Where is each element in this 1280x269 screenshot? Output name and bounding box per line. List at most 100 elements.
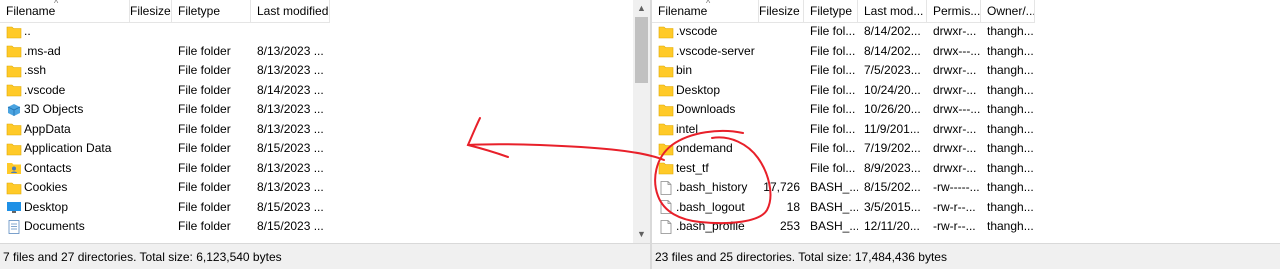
cell-size <box>759 100 804 120</box>
file-name: Documents <box>24 219 85 233</box>
folder-icon <box>658 64 674 78</box>
file-row[interactable]: Contacts File folder 8/13/2023 ... <box>0 159 330 179</box>
local-file-list: .. .ms-ad File folder 8/13/2023 ... .ssh File… <box>0 22 330 237</box>
file-row[interactable]: Downloads File fol... 10/26/20... drwx---..… <box>652 100 1035 120</box>
sort-up-icon: ^ <box>706 0 711 8</box>
cell-name: Desktop <box>652 81 759 101</box>
cell-owner: thangh... <box>987 63 1034 77</box>
cell-name: Contacts <box>0 159 130 179</box>
cell-owner: thangh... <box>987 141 1034 155</box>
remote-col-last-modified[interactable]: Last mod... <box>858 0 927 22</box>
file-row[interactable]: bin File fol... 7/5/2023... drwxr-... thangh… <box>652 61 1035 81</box>
file-name: .ms-ad <box>24 43 61 58</box>
folder-icon <box>658 25 674 39</box>
cell-type: File folder <box>178 199 231 214</box>
cell-size <box>130 178 172 198</box>
cell-size <box>130 159 172 179</box>
file-row[interactable]: .ssh File folder 8/13/2023 ... <box>0 61 330 81</box>
file-name: Desktop <box>24 199 69 214</box>
file-icon <box>658 200 674 215</box>
folder-icon <box>6 25 22 39</box>
file-row[interactable]: Desktop File fol... 10/24/20... drwxr-... th… <box>652 81 1035 101</box>
cell-modified: 10/26/20... <box>864 102 921 116</box>
file-row[interactable]: .vscode File fol... 8/14/202... drwxr-... th… <box>652 22 1035 42</box>
file-name: .vscode-server <box>676 43 755 58</box>
cell-modified: 7/19/202... <box>864 141 921 155</box>
cell-name: test_tf <box>652 159 759 179</box>
file-row[interactable]: .ms-ad File folder 8/13/2023 ... <box>0 42 330 62</box>
cell-name: .bash_profile <box>652 217 759 237</box>
cell-perm: drwx---... <box>933 43 981 58</box>
file-row[interactable]: Desktop File folder 8/15/2023 ... <box>0 198 330 218</box>
remote-col-permissions[interactable]: Permis... <box>927 0 981 22</box>
documents-icon <box>6 219 22 234</box>
cell-modified: 12/11/20... <box>864 219 920 233</box>
desktop-icon <box>6 200 22 214</box>
local-col-filesize[interactable]: Filesize <box>130 0 172 22</box>
cell-type: BASH_... <box>810 219 858 233</box>
file-row[interactable]: .bash_logout 18 BASH_... 3/5/2015... -rw-r--… <box>652 198 1035 218</box>
file-row[interactable]: AppData File folder 8/13/2023 ... <box>0 120 330 140</box>
scroll-up-icon[interactable]: ▲ <box>633 0 650 17</box>
folder-icon <box>658 161 674 175</box>
file-row[interactable]: .. <box>0 22 330 42</box>
cell-perm: drwxr-... <box>933 82 977 97</box>
cell-type: File folder <box>178 180 231 194</box>
remote-col-filename[interactable]: Filename ^ <box>652 0 759 22</box>
file-row[interactable]: .bash_history 17,726 BASH_... 8/15/202... -r… <box>652 178 1035 198</box>
local-scroll-thumb[interactable] <box>635 17 648 83</box>
local-col-filename[interactable]: Filename ^ <box>0 0 130 22</box>
local-status-bar: 7 files and 27 directories. Total size: … <box>0 243 650 269</box>
cell-name: bin <box>652 61 759 81</box>
file-name: Contacts <box>24 160 72 175</box>
cell-type: File folder <box>178 43 231 58</box>
file-row[interactable]: 3D Objects File folder 8/13/2023 ... <box>0 100 330 120</box>
cell-type: File folder <box>178 219 231 233</box>
cell-name: Desktop <box>0 198 130 218</box>
file-row[interactable]: Documents File folder 8/15/2023 ... <box>0 217 330 237</box>
file-icon <box>658 219 674 234</box>
cell-modified: 8/15/2023 ... <box>257 219 324 233</box>
cell-name: 3D Objects <box>0 100 130 120</box>
file-name: Downloads <box>676 102 736 116</box>
file-name: .ssh <box>24 63 47 77</box>
cell-size <box>759 139 804 159</box>
file-row[interactable]: intel File fol... 11/9/201... drwxr-... than… <box>652 120 1035 140</box>
file-name: .bash_profile <box>676 219 745 233</box>
cell-size <box>759 120 804 140</box>
file-row[interactable]: Cookies File folder 8/13/2023 ... <box>0 178 330 198</box>
cell-modified: 8/14/202... <box>864 43 921 58</box>
folder-icon <box>658 83 674 97</box>
remote-col-owner[interactable]: Owner/... <box>981 0 1035 22</box>
cell-name: Cookies <box>0 178 130 198</box>
remote-column-header: Filename ^ Filesize Filetype Last mod... … <box>652 0 1035 23</box>
local-column-header: Filename ^ Filesize Filetype Last modifie… <box>0 0 330 23</box>
file-row[interactable]: .bash_profile 253 BASH_... 12/11/20... -rw-r… <box>652 217 1035 237</box>
col-label: Filename <box>6 4 56 18</box>
cell-name: .ssh <box>0 61 130 81</box>
local-file-pane: Filename ^ Filesize Filetype Last modifie… <box>0 0 650 269</box>
cell-modified: 8/13/2023 ... <box>257 121 324 136</box>
file-row[interactable]: test_tf File fol... 8/9/2023... drwxr-... th… <box>652 159 1035 179</box>
remote-col-filesize[interactable]: Filesize <box>759 0 804 22</box>
cell-type: File folder <box>178 82 231 97</box>
remote-file-list: .vscode File fol... 8/14/202... drwxr-... th… <box>652 22 1035 237</box>
file-row[interactable]: ondemand File fol... 7/19/202... drwxr-... t… <box>652 139 1035 159</box>
cell-modified: 8/15/2023 ... <box>257 199 324 214</box>
cell-perm: drwxr-... <box>933 141 977 155</box>
cell-modified: 8/13/2023 ... <box>257 160 324 175</box>
scroll-down-icon[interactable]: ▼ <box>633 226 650 243</box>
local-col-filetype[interactable]: Filetype <box>172 0 251 22</box>
cell-modified: 8/13/2023 ... <box>257 180 324 194</box>
cell-size <box>130 120 172 140</box>
file-row[interactable]: .vscode File folder 8/14/2023 ... <box>0 81 330 101</box>
cell-name: Application Data <box>0 139 130 159</box>
local-col-last-modified[interactable]: Last modified <box>251 0 330 22</box>
cell-size <box>759 81 804 101</box>
file-row[interactable]: .vscode-server File fol... 8/14/202... drwx… <box>652 42 1035 62</box>
cell-perm: drwx---... <box>933 102 981 116</box>
remote-col-filetype[interactable]: Filetype <box>804 0 858 22</box>
file-row[interactable]: Application Data File folder 8/15/2023 ... <box>0 139 330 159</box>
local-scrollbar[interactable]: ▲ ▼ <box>633 0 650 243</box>
file-name: .bash_logout <box>676 199 745 214</box>
